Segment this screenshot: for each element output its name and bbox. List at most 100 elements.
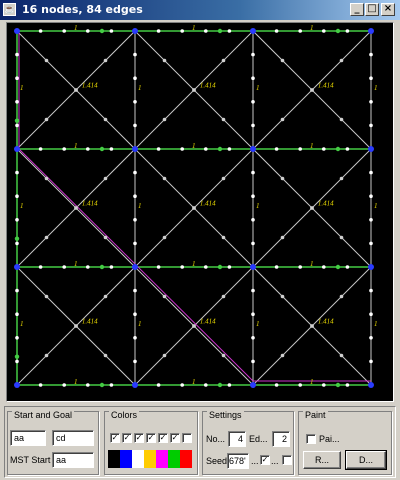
edge-marker <box>322 29 326 33</box>
graph-node[interactable] <box>132 382 138 388</box>
color-swatch[interactable] <box>144 450 156 468</box>
color-checkbox[interactable]: ✓ <box>110 433 120 443</box>
edge-marker <box>15 288 19 293</box>
color-swatch[interactable] <box>120 450 132 468</box>
graph-svg[interactable]: 1 1 1 1 1 1 1 1 1 1 1 1 1 1 1 1 1 1 1 1 1 1 1 1 1.414 1.414 1.414 1… <box>7 23 393 401</box>
graph-canvas[interactable]: 1 1 1 1 1 1 1 1 1 1 1 1 1 1 1 1 1 1 1 1 1 1 1 1 1.414 1.414 1.414 1… <box>6 22 394 402</box>
graph-node[interactable] <box>14 146 20 152</box>
graph-node[interactable] <box>132 28 138 34</box>
graph-node[interactable] <box>368 28 374 34</box>
edge-marker <box>251 100 255 104</box>
mst-start-field[interactable]: aa <box>52 452 94 468</box>
seed-label: Seed <box>206 456 228 466</box>
edge-marker <box>251 170 255 175</box>
edge-marker <box>109 147 114 151</box>
color-checkbox[interactable]: ✓ <box>146 433 156 443</box>
edge-marker <box>274 147 279 151</box>
edge-marker <box>162 294 167 299</box>
edge-marker <box>369 359 373 364</box>
edge-marker <box>62 383 66 387</box>
minimize-button[interactable]: _ <box>350 3 364 16</box>
edge-marker <box>345 147 350 151</box>
edge-marker <box>221 294 226 299</box>
r-button[interactable]: R... <box>303 451 341 469</box>
edge-marker <box>44 353 49 358</box>
edge-weight-label: 1 <box>74 378 78 386</box>
graph-node[interactable] <box>368 382 374 388</box>
d-button[interactable]: D... <box>345 450 387 470</box>
edge-marker <box>44 58 49 63</box>
close-button[interactable]: × <box>381 3 395 16</box>
java-app-icon[interactable]: ☕ <box>3 3 16 16</box>
color-checkbox[interactable]: ✓ <box>158 433 168 443</box>
edge-marker <box>44 117 49 122</box>
graph-node[interactable] <box>14 264 20 270</box>
edge-weight-label: 1 <box>374 202 378 210</box>
edge-marker <box>15 123 19 128</box>
color-swatch[interactable] <box>180 450 192 468</box>
edge-marker <box>251 359 255 364</box>
edges-field[interactable]: 2 <box>272 431 290 447</box>
edge-marker <box>103 117 108 122</box>
graph-node[interactable] <box>250 28 256 34</box>
edge-marker <box>221 58 226 63</box>
goal-node-field[interactable]: cd <box>52 430 94 446</box>
edge-marker <box>133 336 137 340</box>
paint-checkbox[interactable] <box>306 434 316 444</box>
maximize-button[interactable]: □ <box>365 3 379 16</box>
graph-node[interactable] <box>368 264 374 270</box>
edge-weight-label: 1 <box>20 84 24 92</box>
edge-marker <box>103 58 108 63</box>
edge-marker <box>251 312 255 317</box>
edge-weight-label: 1 <box>20 202 24 210</box>
edge-marker <box>369 241 373 246</box>
graph-node[interactable] <box>250 146 256 152</box>
color-swatch[interactable] <box>156 450 168 468</box>
edge-marker <box>345 383 350 387</box>
settings-checkbox-1[interactable]: ✓ <box>260 455 270 465</box>
nodes-field[interactable]: 4 <box>228 431 246 447</box>
graph-node[interactable] <box>250 382 256 388</box>
graph-node[interactable] <box>368 146 374 152</box>
edge-marker <box>103 294 108 299</box>
color-checkbox[interactable]: ✓ <box>134 433 144 443</box>
edge-marker <box>192 88 196 92</box>
title-bar[interactable]: ☕ 16 nodes, 84 edges _ □ × <box>0 0 400 20</box>
edge-marker <box>204 265 208 269</box>
color-swatch[interactable] <box>132 450 144 468</box>
edge-marker <box>86 147 90 151</box>
edge-weight-label: 1.414 <box>200 82 216 90</box>
mst-arrow <box>217 382 223 388</box>
graph-node[interactable] <box>14 382 20 388</box>
edge-marker <box>74 206 78 210</box>
mst-arrow <box>99 264 105 270</box>
edge-marker <box>15 194 19 198</box>
start-node-field[interactable]: aa <box>10 430 46 446</box>
seed-field[interactable]: 678' <box>227 453 249 469</box>
edge-weight-label: 1 <box>374 84 378 92</box>
graph-node[interactable] <box>14 28 20 34</box>
color-checkbox[interactable]: ✓ <box>170 433 180 443</box>
graph-node[interactable] <box>132 146 138 152</box>
edge-marker <box>227 383 232 387</box>
edge-marker <box>15 241 19 246</box>
window-title: 16 nodes, 84 edges <box>22 3 143 16</box>
edge-marker <box>345 29 350 33</box>
settings-checkbox-2[interactable] <box>282 455 292 465</box>
edge-weight-label: 1.414 <box>200 318 216 326</box>
edge-marker <box>369 218 373 222</box>
edge-weight-label: 1 <box>192 24 196 32</box>
edge-weight-label: 1 <box>74 260 78 268</box>
edge-marker <box>298 265 303 269</box>
edge-marker <box>339 117 344 122</box>
color-checkbox[interactable] <box>182 433 192 443</box>
graph-node[interactable] <box>250 264 256 270</box>
color-swatch[interactable] <box>108 450 120 468</box>
edge-marker <box>280 58 285 63</box>
graph-node[interactable] <box>132 264 138 270</box>
edge-weight-label: 1 <box>138 84 142 92</box>
color-checkbox[interactable]: ✓ <box>122 433 132 443</box>
edge-weight-label: 1 <box>192 378 196 386</box>
color-swatch[interactable] <box>168 450 180 468</box>
edge-weight-label: 1.414 <box>200 200 216 208</box>
